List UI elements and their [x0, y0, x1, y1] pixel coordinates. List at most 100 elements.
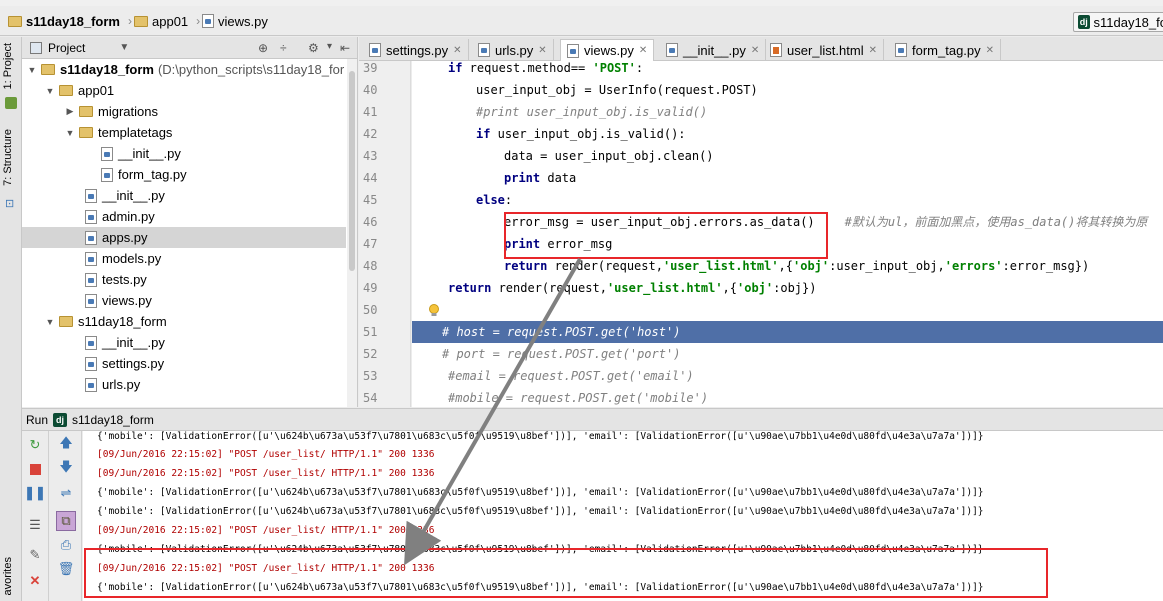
tree-item-templatetags[interactable]: ▼ templatetags — [22, 122, 346, 143]
arrow-up-icon[interactable]: 🡅 — [58, 435, 74, 453]
close-icon[interactable]: ✕ — [869, 45, 877, 56]
line-number: 54 — [363, 391, 378, 405]
python-file-icon — [478, 43, 490, 57]
structure-tool-tab[interactable]: 7: Structure — [2, 129, 14, 186]
python-file-icon — [567, 43, 579, 58]
gear-icon[interactable]: ⚙ — [308, 41, 319, 55]
python-file-icon — [85, 272, 97, 287]
django-icon: dj — [53, 412, 68, 427]
line-number: 51 — [363, 325, 378, 339]
tree-item-app01[interactable]: ▼ app01 — [22, 80, 346, 101]
python-file-icon — [101, 146, 113, 161]
python-file-icon — [85, 230, 97, 245]
tree-item-templatetags-init[interactable]: __init__.py — [22, 143, 346, 164]
tree-item-tests[interactable]: tests.py — [22, 269, 346, 290]
tree-item-urls[interactable]: urls.py — [22, 374, 346, 395]
line-number: 43 — [363, 149, 378, 163]
expand-arrow-icon[interactable]: ▼ — [64, 128, 76, 138]
breadcrumb-file[interactable]: views.py — [202, 12, 268, 30]
folder-icon — [8, 15, 22, 27]
collapse-icon[interactable]: ÷ — [280, 41, 287, 55]
tree-item-s11-init[interactable]: __init__.py — [22, 332, 346, 353]
chevron-down-icon[interactable]: ▼ — [119, 42, 129, 53]
folder-icon — [41, 64, 55, 75]
rerun-icon[interactable]: ↻ — [27, 437, 43, 453]
python-file-icon — [369, 43, 381, 57]
console-line: {'mobile': [ValidationError([u'\u624b\u6… — [97, 431, 984, 442]
close-icon[interactable]: ✕ — [453, 45, 461, 56]
tree-item-settings[interactable]: settings.py — [22, 353, 346, 374]
chevron-down-icon[interactable]: ▾ — [327, 41, 332, 52]
folder-icon — [79, 127, 93, 138]
python-file-icon — [895, 43, 907, 57]
close-icon[interactable]: ✕ — [27, 573, 43, 589]
console-line: {'mobile': [ValidationError([u'\u624b\u6… — [97, 487, 984, 498]
project-panel: Project ▼ ⊕ ÷ ⚙ ▾ ⇤ ▼ s11day18_form (D:\… — [22, 37, 358, 407]
code-line-40: user_input_obj = UserInfo(request.POST) — [476, 83, 758, 97]
python-file-icon — [85, 356, 97, 371]
close-icon[interactable]: ✕ — [751, 45, 759, 56]
run-configuration-select[interactable]: dj s11day18_fo — [1073, 12, 1163, 32]
tree-item-s11day18-form[interactable]: ▼ s11day18_form — [22, 311, 346, 332]
tree-item-root[interactable]: ▼ s11day18_form (D:\python_scripts\s11da… — [22, 59, 346, 80]
toggle-button-active[interactable]: ⧉ — [56, 511, 76, 531]
line-number: 53 — [363, 369, 378, 383]
project-tool-tab[interactable]: 1: Project — [2, 43, 14, 89]
expand-arrow-icon[interactable]: ▼ — [26, 65, 38, 75]
hide-panel-icon[interactable]: ⇤ — [340, 41, 350, 55]
stop-icon[interactable] — [27, 461, 43, 477]
locate-icon[interactable]: ⊕ — [258, 41, 268, 55]
python-file-icon — [85, 377, 97, 392]
tab-urls-py[interactable]: urls.py ✕ — [472, 39, 554, 61]
run-panel-header: Run dj s11day18_form — [22, 408, 1163, 431]
navigation-bar: s11day18_form › app01 › views.py dj s11d… — [0, 6, 1163, 36]
collapse-arrow-icon[interactable]: ▶ — [64, 106, 76, 117]
tab-init-py[interactable]: __init__.py ✕ — [660, 39, 767, 61]
run-config-tab[interactable]: s11day18_form — [72, 413, 154, 427]
breadcrumb-folder[interactable]: app01 › — [134, 12, 200, 30]
tab-user-list-html[interactable]: user_list.html ✕ — [764, 39, 884, 61]
line-number: 41 — [363, 105, 378, 119]
run-toolbar-secondary: 🡅 🡇 ⇌ ⇊ ⧉ ⎙ 🗑 — [50, 431, 82, 601]
python-file-icon — [85, 293, 97, 308]
trash-icon[interactable]: 🗑 — [58, 561, 75, 577]
scrollbar-thumb[interactable] — [349, 71, 355, 271]
tree-item-form-tag[interactable]: form_tag.py — [22, 164, 346, 185]
tab-settings-py[interactable]: settings.py ✕ — [363, 39, 469, 61]
django-icon: dj — [1078, 15, 1090, 29]
folder-icon — [79, 106, 93, 117]
soft-wrap-icon[interactable]: ⇌ — [58, 485, 74, 501]
layout-icon[interactable]: ☰ — [27, 517, 43, 533]
python-file-icon — [101, 167, 113, 182]
tree-item-models[interactable]: models.py — [22, 248, 346, 269]
close-icon[interactable]: ✕ — [639, 45, 647, 56]
tree-item-migrations[interactable]: ▶ migrations — [22, 101, 346, 122]
tree-item-views[interactable]: views.py — [22, 290, 346, 311]
pin-icon[interactable]: ✎ — [27, 547, 43, 563]
chevron-right-icon: › — [127, 14, 132, 28]
line-number: 42 — [363, 127, 378, 141]
favorites-tool-tab[interactable]: avorites — [2, 557, 14, 596]
line-number: 40 — [363, 83, 378, 97]
tab-views-py[interactable]: views.py ✕ — [560, 39, 655, 61]
tree-item-admin[interactable]: admin.py — [22, 206, 346, 227]
close-icon[interactable]: ✕ — [986, 45, 994, 56]
print-icon[interactable]: ⎙ — [58, 537, 74, 553]
lightbulb-icon[interactable] — [428, 304, 440, 318]
python-file-icon — [666, 43, 678, 57]
chevron-right-icon: › — [196, 14, 201, 28]
left-tool-strip: 1: Project 7: Structure ⊡ avorites — [0, 37, 22, 601]
tree-item-app01-init[interactable]: __init__.py — [22, 185, 346, 206]
pause-icon[interactable]: ❚❚ — [24, 485, 46, 501]
code-line-44: print data — [504, 171, 577, 185]
breadcrumb-project[interactable]: s11day18_form › — [8, 12, 132, 30]
tree-item-apps[interactable]: apps.py — [22, 227, 346, 248]
arrow-down-icon[interactable]: 🡇 — [58, 459, 74, 477]
line-number: 52 — [363, 347, 378, 361]
expand-arrow-icon[interactable]: ▼ — [44, 86, 56, 96]
expand-arrow-icon[interactable]: ▼ — [44, 317, 56, 327]
line-number: 47 — [363, 237, 378, 251]
project-scrollbar[interactable] — [347, 59, 357, 407]
tab-form-tag-py[interactable]: form_tag.py ✕ — [889, 39, 1002, 61]
close-icon[interactable]: ✕ — [538, 45, 546, 56]
